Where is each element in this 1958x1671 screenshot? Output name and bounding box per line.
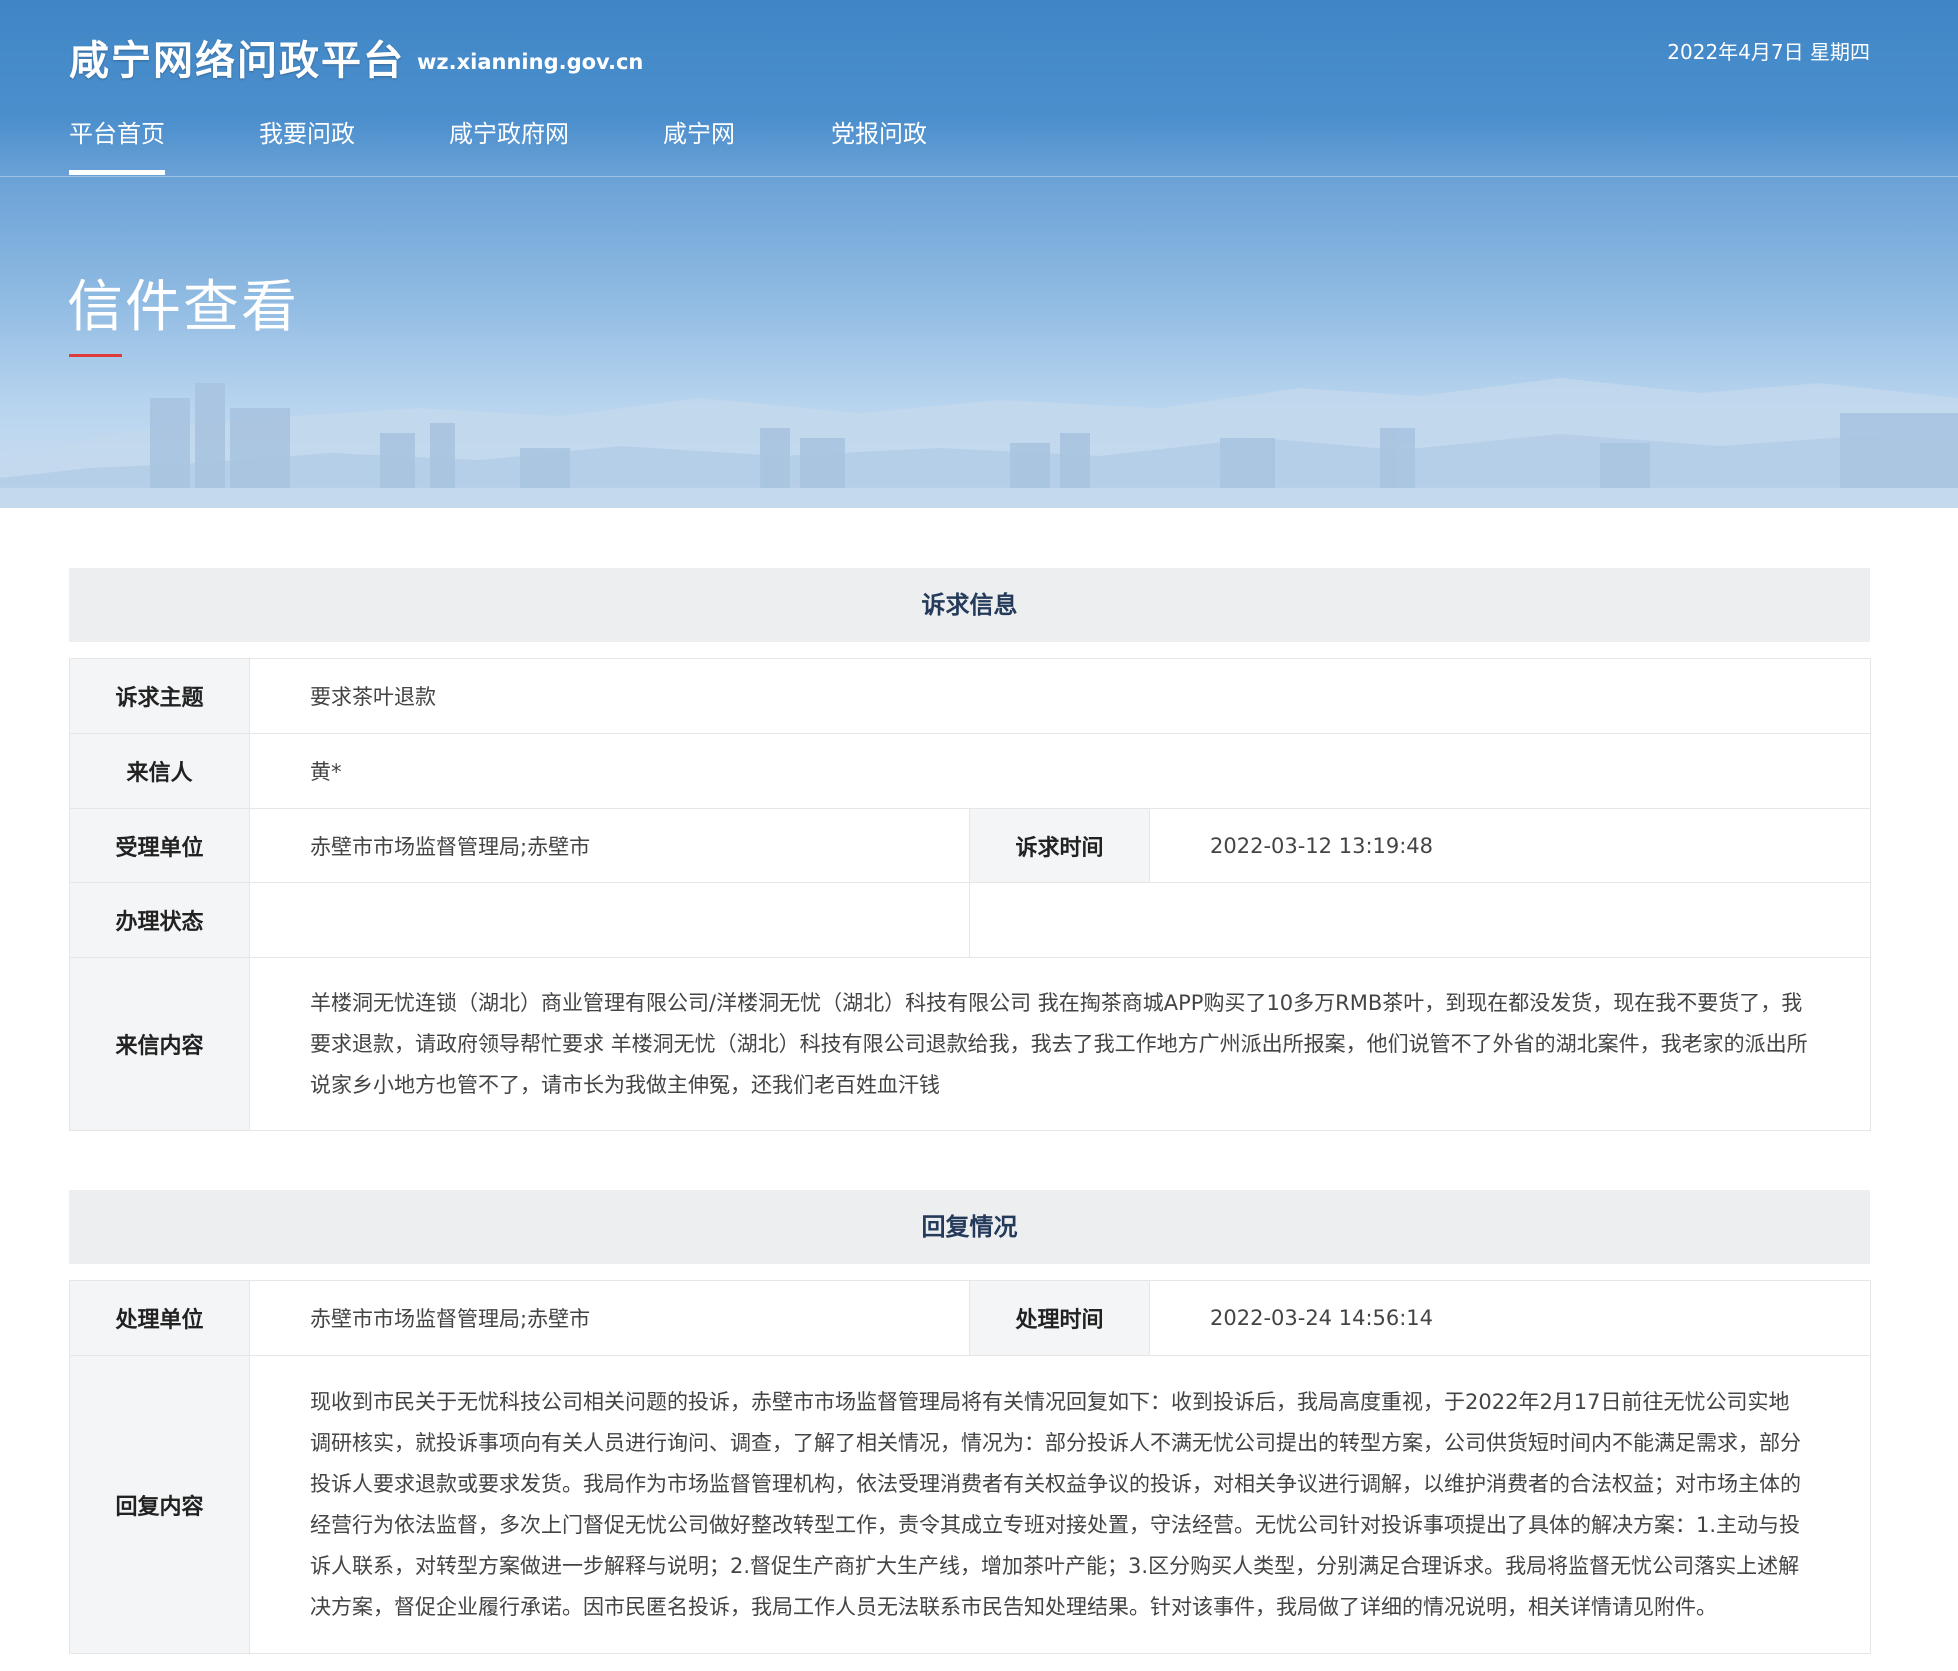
current-date: 2022年4月7日 星期四	[1667, 40, 1870, 64]
table-row: 办理状态	[69, 882, 1872, 958]
nav-item-gov-site[interactable]: 咸宁政府网	[449, 114, 569, 174]
subject-label: 诉求主题	[69, 658, 250, 734]
nav-item-xianning-site[interactable]: 咸宁网	[663, 114, 735, 174]
sender-label: 来信人	[69, 733, 250, 809]
request-section-header: 诉求信息	[69, 568, 1870, 642]
table-row: 受理单位 赤壁市市场监督管理局;赤壁市 诉求时间 2022-03-12 13:1…	[69, 808, 1872, 883]
accepting-unit-value: 赤壁市市场监督管理局;赤壁市	[249, 808, 970, 883]
table-row: 诉求主题 要求茶叶退款	[69, 658, 1872, 734]
hero-banner: 咸宁网络问政平台 wz.xianning.gov.cn 2022年4月7日 星期…	[0, 0, 1958, 508]
table-row: 回复内容 现收到市民关于无忧科技公司相关问题的投诉，赤壁市市场监督管理局将有关情…	[69, 1355, 1871, 1654]
sender-value: 黄*	[248, 733, 1872, 809]
site-title[interactable]: 咸宁网络问政平台	[69, 28, 405, 86]
reply-content-value: 现收到市民关于无忧科技公司相关问题的投诉，赤壁市市场监督管理局将有关情况回复如下…	[249, 1355, 1871, 1654]
nav-item-home[interactable]: 平台首页	[69, 114, 165, 175]
handling-unit-label: 处理单位	[69, 1280, 250, 1356]
letter-content-value: 羊楼洞无忧连锁（湖北）商业管理有限公司/洋楼洞无忧（湖北）科技有限公司 我在掏茶…	[248, 957, 1872, 1131]
table-row: 处理单位 赤壁市市场监督管理局;赤壁市 处理时间 2022-03-24 14:5…	[69, 1280, 1871, 1356]
header-top: 咸宁网络问政平台 wz.xianning.gov.cn 2022年4月7日 星期…	[0, 0, 1958, 100]
main-nav: 平台首页 我要问政 咸宁政府网 咸宁网 党报问政	[0, 100, 1958, 177]
city-skyline-illustration	[0, 378, 1958, 508]
request-time-label: 诉求时间	[969, 808, 1150, 883]
table-row: 来信人 黄*	[69, 733, 1872, 809]
page-title: 信件查看	[67, 275, 299, 340]
accepting-unit-label: 受理单位	[69, 808, 250, 883]
reply-section-header: 回复情况	[69, 1190, 1870, 1264]
handling-unit-value: 赤壁市市场监督管理局;赤壁市	[249, 1280, 970, 1356]
handling-time-value: 2022-03-24 14:56:14	[1149, 1280, 1871, 1356]
nav-item-ask[interactable]: 我要问政	[259, 114, 355, 174]
empty-cell	[968, 882, 1872, 958]
reply-content-label: 回复内容	[69, 1355, 250, 1654]
status-label: 办理状态	[69, 882, 250, 958]
reply-info-table: 处理单位 赤壁市市场监督管理局;赤壁市 处理时间 2022-03-24 14:5…	[69, 1280, 1871, 1654]
title-accent-line	[69, 354, 122, 357]
nav-item-party-paper[interactable]: 党报问政	[831, 114, 927, 174]
request-info-table: 诉求主题 要求茶叶退款 来信人 黄* 受理单位 赤壁市市场监督管理局;赤壁市 诉…	[69, 658, 1872, 1131]
table-row: 来信内容 羊楼洞无忧连锁（湖北）商业管理有限公司/洋楼洞无忧（湖北）科技有限公司…	[69, 957, 1872, 1131]
status-value	[249, 882, 970, 958]
letter-content-label: 来信内容	[69, 957, 250, 1131]
request-time-value: 2022-03-12 13:19:48	[1148, 808, 1872, 883]
site-domain: wz.xianning.gov.cn	[417, 50, 644, 74]
subject-value: 要求茶叶退款	[248, 658, 1872, 734]
handling-time-label: 处理时间	[969, 1280, 1150, 1356]
